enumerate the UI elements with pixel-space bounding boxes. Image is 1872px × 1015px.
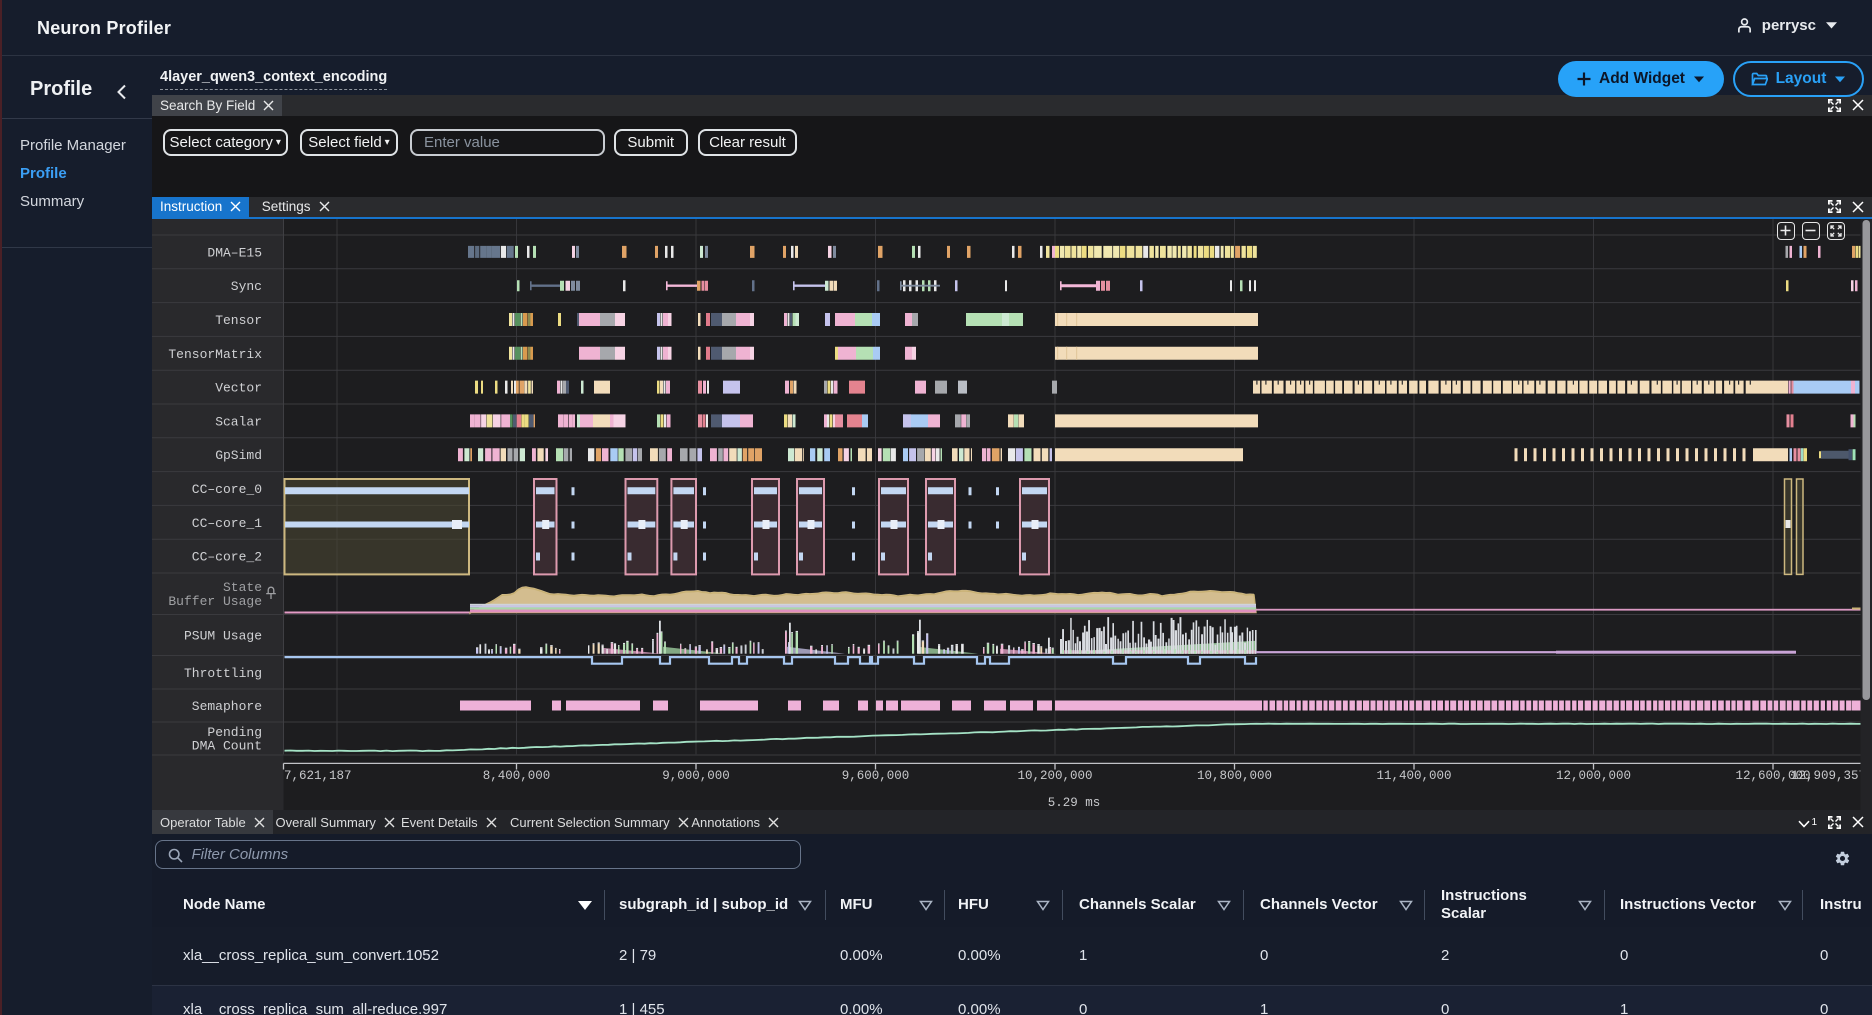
svg-text:DMA–E15: DMA–E15 <box>207 245 262 260</box>
svg-text:Buffer Usage: Buffer Usage <box>168 594 262 609</box>
svg-text:11,400,000: 11,400,000 <box>1376 769 1451 783</box>
svg-text:CC–core_0: CC–core_0 <box>192 482 262 497</box>
svg-text:9,000,000: 9,000,000 <box>662 769 730 783</box>
svg-text:5.29 ms: 5.29 ms <box>1048 796 1101 810</box>
svg-text:7,621,187: 7,621,187 <box>284 769 352 783</box>
svg-text:DMA Count: DMA Count <box>192 739 262 754</box>
svg-text:PSUM Usage: PSUM Usage <box>184 629 262 644</box>
svg-text:Semaphore: Semaphore <box>192 699 262 714</box>
svg-text:12,000,000: 12,000,000 <box>1556 769 1631 783</box>
svg-text:CC–core_1: CC–core_1 <box>192 516 262 531</box>
svg-text:Scalar: Scalar <box>215 414 262 429</box>
svg-text:9,600,000: 9,600,000 <box>842 769 910 783</box>
svg-text:Sync: Sync <box>231 279 262 294</box>
svg-text:Tensor: Tensor <box>215 313 262 328</box>
svg-text:CC–core_2: CC–core_2 <box>192 550 262 565</box>
svg-text:10,800,000: 10,800,000 <box>1197 769 1272 783</box>
svg-text:GpSimd: GpSimd <box>215 448 262 463</box>
svg-text:10,200,000: 10,200,000 <box>1017 769 1092 783</box>
svg-text:8,400,000: 8,400,000 <box>483 769 551 783</box>
svg-text:12,909,357: 12,909,357 <box>1791 769 1866 783</box>
svg-text:TensorMatrix: TensorMatrix <box>168 347 262 362</box>
svg-text:Throttling: Throttling <box>184 666 262 681</box>
svg-text:Vector: Vector <box>215 381 262 396</box>
